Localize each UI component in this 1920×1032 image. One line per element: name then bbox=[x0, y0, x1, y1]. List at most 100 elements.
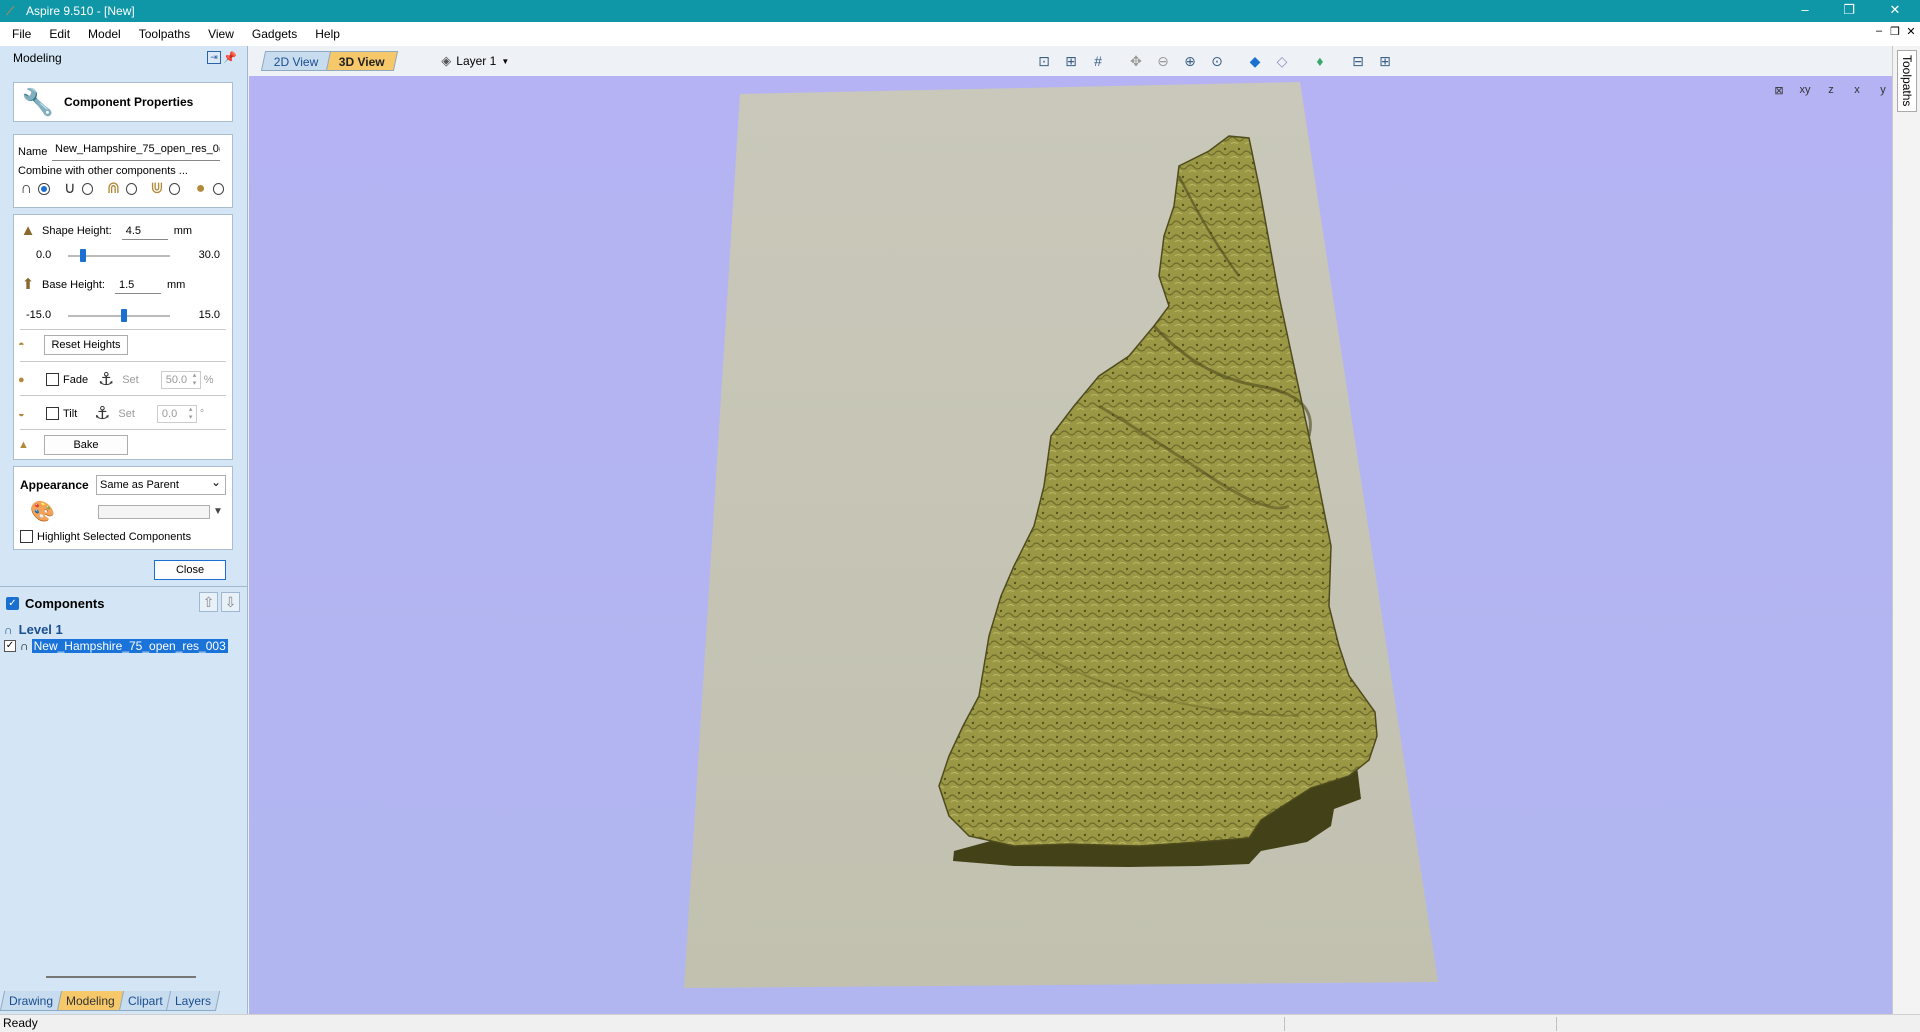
status-bar: Ready bbox=[0, 1014, 1920, 1032]
tilt-value-input[interactable]: 0.0 bbox=[156, 404, 197, 423]
viewport-scene[interactable] bbox=[249, 76, 1892, 1014]
tab-clipart[interactable]: Clipart bbox=[118, 991, 172, 1011]
menu-view[interactable]: View bbox=[199, 22, 243, 46]
toolpaths-tab[interactable]: Toolpaths bbox=[1897, 50, 1917, 112]
tilt-checkbox[interactable] bbox=[46, 407, 59, 420]
divider bbox=[20, 361, 226, 362]
tab-2d-view[interactable]: 2D View bbox=[260, 51, 332, 71]
material-icon[interactable]: ♦ bbox=[1309, 50, 1331, 72]
fade-checkbox[interactable] bbox=[46, 373, 59, 386]
mdi-restore-button[interactable]: ❐ bbox=[1888, 25, 1902, 38]
tab-label: Drawing bbox=[9, 994, 54, 1008]
base-height-input[interactable]: 1.5 bbox=[114, 276, 161, 294]
component-visibility-checkbox[interactable]: ✓ bbox=[4, 640, 16, 652]
zoom-window-icon[interactable]: ⊙ bbox=[1206, 50, 1228, 72]
wireframe-icon[interactable]: ◇ bbox=[1271, 50, 1293, 72]
heights-section: ▲ Shape Height: 4.5 mm 0.0 30.0 ⬆ Base H… bbox=[13, 214, 233, 460]
menu-toolpaths[interactable]: Toolpaths bbox=[130, 22, 199, 46]
base-height-track[interactable] bbox=[68, 315, 170, 317]
iso-view-icon[interactable]: ⊠ bbox=[1769, 84, 1789, 97]
name-section: Name New_Hampshire_75_open_res_0( Combin… bbox=[13, 134, 233, 208]
tab-modeling[interactable]: Modeling bbox=[56, 991, 124, 1011]
dock-icon[interactable]: ⇥ bbox=[207, 51, 221, 64]
split-vertical-icon[interactable]: ⊞ bbox=[1374, 50, 1396, 72]
tab-layers[interactable]: Layers bbox=[166, 991, 221, 1011]
move-down-icon[interactable]: ⇩ bbox=[221, 592, 240, 612]
shape-height-thumb[interactable] bbox=[80, 249, 87, 262]
fade-icon: ● bbox=[18, 373, 25, 386]
shading-icon[interactable]: ◆ bbox=[1244, 50, 1266, 72]
tree-item[interactable]: ✓ ∩ New_Hampshire_75_open_res_003 bbox=[4, 639, 228, 653]
appearance-label: Appearance bbox=[20, 478, 89, 492]
mdi-close-button[interactable]: ✕ bbox=[1904, 25, 1918, 38]
3d-viewport[interactable]: ⊠ xy z x y bbox=[249, 76, 1892, 1014]
name-input[interactable]: New_Hampshire_75_open_res_0( bbox=[52, 143, 220, 161]
tilt-anchor-icon[interactable]: ⚓ bbox=[94, 403, 110, 424]
minimize-button[interactable]: – bbox=[1782, 0, 1828, 22]
zoom-out-icon[interactable]: ⊖ bbox=[1152, 50, 1174, 72]
tab-3d-view[interactable]: 3D View bbox=[326, 51, 399, 71]
close-window-button[interactable]: ✕ bbox=[1872, 0, 1918, 22]
right-side-strip: Toolpaths bbox=[1892, 46, 1920, 1014]
color-select[interactable] bbox=[98, 504, 210, 519]
shape-height-slider[interactable]: 0.0 30.0 bbox=[20, 247, 220, 263]
split-horizontal-icon[interactable]: ⊟ bbox=[1347, 50, 1369, 72]
components-header: ✓ Components ⇧ ⇩ bbox=[6, 592, 242, 612]
base-height-unit: mm bbox=[166, 279, 186, 291]
bake-button[interactable]: Bake bbox=[44, 435, 128, 455]
tab-drawing[interactable]: Drawing bbox=[0, 991, 63, 1011]
combine-merge-radio[interactable] bbox=[125, 183, 137, 195]
layer-selector[interactable]: ◈ Layer 1 ▼ bbox=[441, 53, 509, 69]
status-separator bbox=[1284, 1017, 1285, 1031]
view-orientation-controls: ⊠ xy z x y bbox=[1769, 84, 1892, 97]
menu-model[interactable]: Model bbox=[79, 22, 130, 46]
wrench-icon: 🔧 bbox=[21, 87, 55, 117]
menu-help[interactable]: Help bbox=[306, 22, 349, 46]
color-dropdown-arrow-icon[interactable]: ▼ bbox=[213, 506, 223, 517]
close-button[interactable]: Close bbox=[154, 560, 226, 580]
combine-multiply-radio[interactable] bbox=[212, 183, 224, 195]
pin-icon[interactable]: 📌 bbox=[223, 51, 237, 64]
base-height-thumb[interactable] bbox=[121, 309, 128, 322]
view-y-button[interactable]: y bbox=[1873, 84, 1892, 97]
combine-low-radio[interactable] bbox=[169, 183, 181, 195]
base-height-slider[interactable]: -15.0 15.0 bbox=[20, 307, 220, 323]
appearance-select[interactable]: Same as Parent bbox=[96, 473, 226, 495]
menu-gadgets[interactable]: Gadgets bbox=[243, 22, 306, 46]
panel-header: Modeling ⇥ 📌 bbox=[0, 46, 247, 70]
fade-anchor-icon[interactable]: ⚓ bbox=[98, 369, 114, 390]
view-x-button[interactable]: x bbox=[1847, 84, 1867, 97]
menu-edit[interactable]: Edit bbox=[40, 22, 79, 46]
grid-icon[interactable]: # bbox=[1087, 50, 1109, 72]
divider bbox=[20, 429, 226, 430]
reset-heights-button[interactable]: Reset Heights bbox=[44, 335, 128, 355]
tilt-set-button[interactable]: Set bbox=[118, 408, 135, 420]
layer-label: Layer 1 bbox=[456, 54, 497, 68]
fade-set-button[interactable]: Set bbox=[122, 374, 139, 386]
app-icon: ⟋ bbox=[6, 4, 15, 18]
view-xy-button[interactable]: xy bbox=[1795, 84, 1815, 97]
base-height-label: Base Height: bbox=[42, 279, 105, 291]
pan-icon[interactable]: ✥ bbox=[1125, 50, 1147, 72]
maximize-button[interactable]: ❐ bbox=[1826, 0, 1872, 22]
combine-low-icon: ⋓ bbox=[150, 180, 164, 197]
components-checkbox[interactable]: ✓ bbox=[6, 597, 19, 610]
zoom-in-icon[interactable]: ⊕ bbox=[1179, 50, 1201, 72]
fade-value-input[interactable]: 50.0 bbox=[160, 370, 201, 389]
combine-subtract-radio[interactable] bbox=[82, 183, 94, 195]
tree-level[interactable]: ∩ Level 1 bbox=[4, 622, 63, 637]
zoom-box-icon[interactable]: ⊞ bbox=[1060, 50, 1082, 72]
tab-label: Clipart bbox=[127, 994, 163, 1008]
highlight-checkbox[interactable] bbox=[20, 530, 33, 543]
horizontal-scrollbar[interactable] bbox=[46, 976, 196, 978]
view-z-button[interactable]: z bbox=[1821, 84, 1841, 97]
zoom-fit-icon[interactable]: ⊡ bbox=[1033, 50, 1055, 72]
combine-add-radio[interactable] bbox=[38, 183, 50, 195]
base-height-max: 15.0 bbox=[198, 309, 220, 321]
move-up-icon[interactable]: ⇧ bbox=[199, 592, 218, 612]
mdi-minimize-button[interactable]: – bbox=[1872, 25, 1886, 37]
menu-file[interactable]: File bbox=[0, 22, 40, 46]
view-toolbar: 2D View 3D View ◈ Layer 1 ▼ ⊡ ⊞ # ✥ ⊖ ⊕ … bbox=[249, 46, 1892, 76]
component-item-label[interactable]: New_Hampshire_75_open_res_003 bbox=[31, 639, 228, 653]
shape-height-input[interactable]: 4.5 bbox=[121, 222, 168, 240]
